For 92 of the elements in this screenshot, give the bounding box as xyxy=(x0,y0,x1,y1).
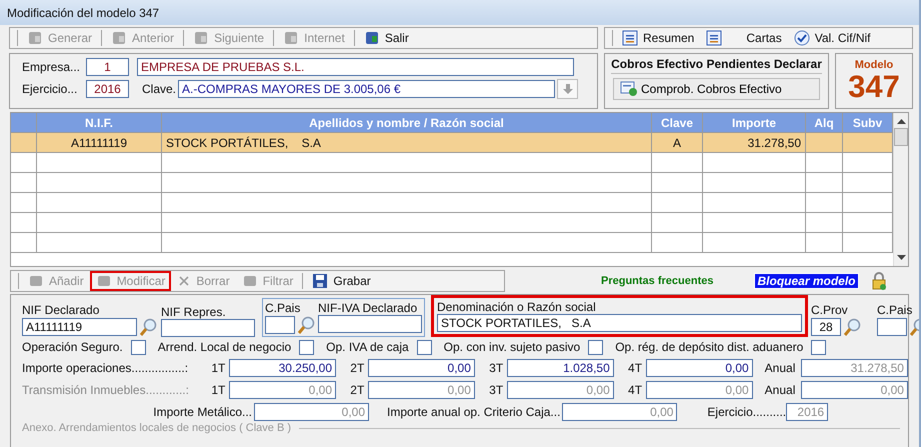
scroll-down-icon xyxy=(896,255,906,261)
field-label: Importe Metálico... xyxy=(152,405,252,419)
scroll-thumb[interactable] xyxy=(894,128,908,146)
list-icon xyxy=(706,30,722,46)
toolbar-button[interactable]: Salir xyxy=(358,28,415,48)
amount-field[interactable]: 31.278,50 xyxy=(801,359,908,377)
quarter-label: 3T xyxy=(488,383,504,397)
checkbox-label: Op. con inv. sujeto pasivo xyxy=(444,340,580,354)
lock-button[interactable]: Bloquear modelo xyxy=(754,273,858,289)
field-label: Anual xyxy=(764,383,796,397)
table-row[interactable]: A11111119 STOCK PORTÁTILES, S.A A 31.278,50 xyxy=(11,133,893,153)
field-label: Denominación o Razón social xyxy=(437,299,597,314)
field-label: NIF Declarado xyxy=(22,302,100,317)
quarter-label: 1T xyxy=(210,361,226,375)
column-header[interactable]: Apellidos y nombre / Razón social xyxy=(162,113,652,132)
field-label: Anual xyxy=(764,361,796,375)
field-label: Empresa... xyxy=(22,60,82,74)
input-field[interactable]: A11111119 xyxy=(22,318,137,336)
quarter-label: 4T xyxy=(627,361,642,375)
quarter-label: 4T xyxy=(627,383,642,397)
input-field[interactable] xyxy=(877,318,907,336)
field-label: Transmisión Inmuebles............: xyxy=(22,383,190,397)
field-label: NIF-IVA Declarado xyxy=(318,300,418,315)
group-title: Anexo. Arrendamientos locales de negocios ( Clave B ) xyxy=(22,422,292,435)
scrollbar[interactable] xyxy=(893,113,908,266)
input-field[interactable]: 2016 xyxy=(786,403,828,421)
quarter-label: 2T xyxy=(349,383,364,397)
quarter-label: 1T xyxy=(210,383,226,397)
amount-field[interactable]: 0,00 xyxy=(368,359,475,377)
input-field[interactable]: EMPRESA DE PRUEBAS S.L. xyxy=(137,58,574,76)
column-header[interactable]: Clave xyxy=(652,113,703,132)
comprob-button[interactable]: Comprob. Cobros Efectivo xyxy=(613,78,820,100)
summary-icon xyxy=(622,30,638,46)
x-icon xyxy=(177,274,192,288)
toolbar-button[interactable]: Resumen xyxy=(616,28,700,48)
checkbox-label: Op. IVA de caja xyxy=(326,340,409,354)
checkbox[interactable] xyxy=(811,340,826,354)
field-label: Importe anual op. Criterio Caja... xyxy=(387,405,560,419)
window-title: Modificación del modelo 347 xyxy=(7,6,160,20)
search-icon[interactable] xyxy=(138,317,158,337)
field-label: C.Prov xyxy=(811,302,849,317)
checkbox-label: Op. rég. de depósito dist. aduanero xyxy=(615,340,804,354)
save-icon xyxy=(312,273,328,289)
input-field[interactable]: 2016 xyxy=(86,80,129,98)
amount-field[interactable]: 1.028,50 xyxy=(507,359,614,377)
faq-link[interactable]: Preguntas frecuentes xyxy=(601,275,714,287)
column-header[interactable]: Alq xyxy=(806,113,843,132)
field-label: NIF Repres. xyxy=(161,304,227,319)
toolbar-button[interactable]: Val. Cif/Nif xyxy=(788,28,876,48)
padlock-icon[interactable] xyxy=(870,272,886,290)
checkbox-label: Arrend. Local de negocio xyxy=(158,340,292,354)
field-label: Ejercicio.......... xyxy=(707,405,786,419)
input-field[interactable] xyxy=(318,315,422,333)
modelo-number: 347 xyxy=(848,71,900,103)
amount-field[interactable]: 30.250,00 xyxy=(229,359,336,377)
checkbox[interactable] xyxy=(299,340,314,354)
search-icon[interactable] xyxy=(296,315,316,335)
field-label: C.Pais xyxy=(265,300,302,315)
checkbox[interactable] xyxy=(416,340,432,354)
checkbox-label: Operación Seguro. xyxy=(22,340,123,354)
scroll-up-icon xyxy=(896,118,906,124)
column-header[interactable]: N.I.F. xyxy=(37,113,162,132)
table-cell: A11111119 xyxy=(37,133,162,152)
search-icon[interactable] xyxy=(842,317,862,337)
arrow-down-icon xyxy=(562,84,573,94)
field-label: Ejercicio... xyxy=(22,82,78,96)
checkbox[interactable] xyxy=(130,340,146,354)
table-cell: A xyxy=(652,133,703,152)
input-field[interactable]: 1 xyxy=(86,58,129,76)
field-label: C.Pais xyxy=(877,302,914,317)
input-field[interactable] xyxy=(161,319,255,337)
form-add-icon xyxy=(620,81,638,97)
quarter-label: 2T xyxy=(349,361,364,375)
field-label: Clave. xyxy=(142,82,176,96)
amount-field[interactable]: 0,00 xyxy=(562,403,678,421)
toolbar-button[interactable]: Grabar xyxy=(306,271,377,291)
input-field[interactable]: STOCK PORTATILES, S.A xyxy=(437,314,802,332)
amount-field[interactable]: 0,00 xyxy=(646,359,753,377)
input-field[interactable] xyxy=(265,316,295,334)
modelo-label: Modelo xyxy=(854,59,894,71)
check-circle-icon xyxy=(794,30,810,46)
panel-title: Cobros Efectivo Pendientes Declarar xyxy=(611,57,822,74)
column-header[interactable]: Importe xyxy=(703,113,806,132)
quarter-label: 3T xyxy=(488,361,504,375)
field-label: Importe operaciones................: xyxy=(22,361,190,375)
input-field[interactable]: 28 xyxy=(811,318,841,336)
table-cell: 31.278,50 xyxy=(703,133,806,152)
dropdown-field[interactable]: A.-COMPRAS MAYORES DE 3.005,06 € xyxy=(178,80,556,98)
checkbox[interactable] xyxy=(588,340,604,354)
table-cell: STOCK PORTÁTILES, S.A xyxy=(162,133,652,152)
toolbar-button[interactable]: Cartas xyxy=(700,28,788,48)
amount-field[interactable]: 0,00 xyxy=(254,403,369,421)
